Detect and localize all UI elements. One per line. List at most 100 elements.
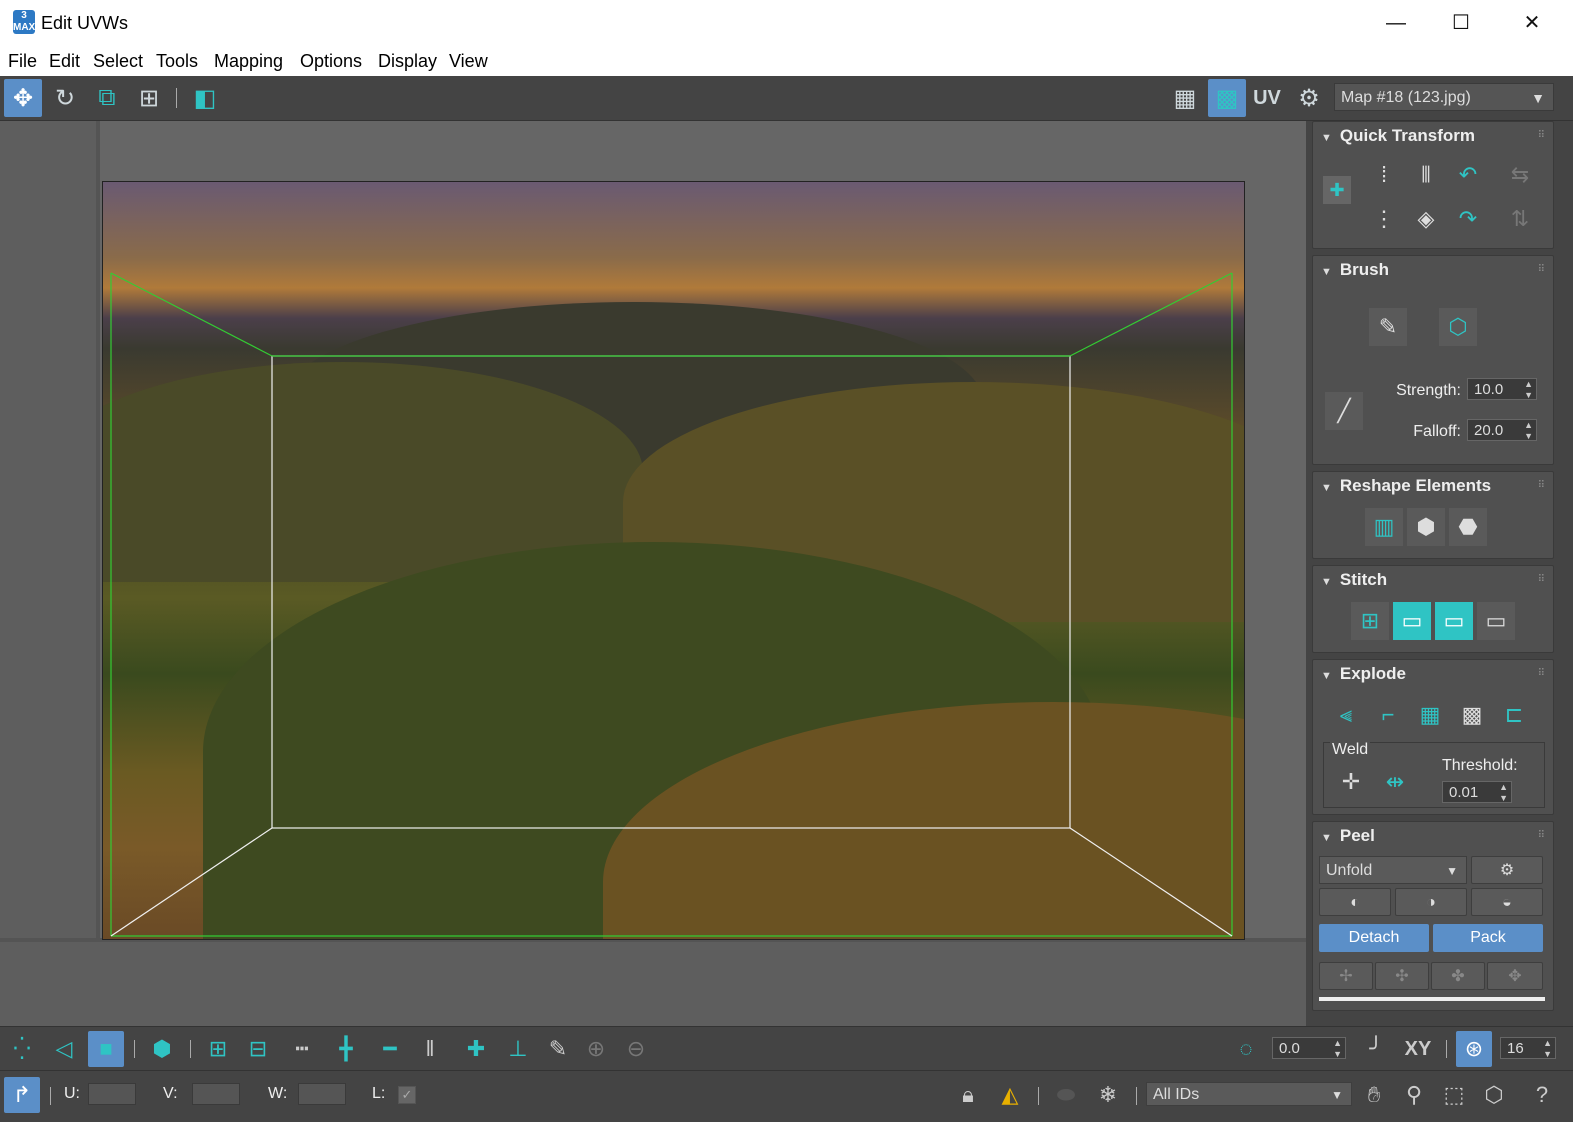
spinner-arrows-icon[interactable]: ▲ ▼ xyxy=(1333,1038,1342,1060)
space-vertical-icon[interactable]: ⦀ xyxy=(1407,156,1445,194)
peel-settings-button[interactable]: ⚙ xyxy=(1471,856,1543,884)
shrink-selection-icon[interactable]: ⊟ xyxy=(240,1031,276,1067)
explode-to-grid-icon[interactable]: ▦ xyxy=(1411,696,1449,734)
distribute-icon[interactable]: ◈ xyxy=(1407,200,1445,238)
ring-icon[interactable]: ‖ xyxy=(412,1031,448,1067)
pivot-icon[interactable]: ✚ xyxy=(1323,176,1351,204)
mirror-icon[interactable]: ◧ xyxy=(186,79,224,117)
menu-file[interactable]: File xyxy=(8,51,37,72)
ring-grow-icon[interactable]: ✚ xyxy=(458,1031,494,1067)
xy-axis-label[interactable]: XY xyxy=(1400,1031,1436,1067)
spinner-arrows-icon[interactable]: ▲ ▼ xyxy=(1543,1038,1552,1060)
freeform-icon[interactable]: ⊞ xyxy=(130,79,168,117)
lock-icon[interactable]: 🔒︎ xyxy=(950,1077,986,1113)
map-selector[interactable]: Map #18 (123.jpg) ▼ xyxy=(1334,83,1554,111)
freeze-icon[interactable]: ❄ xyxy=(1090,1077,1126,1113)
stitch-header[interactable]: ▼ Stitch xyxy=(1321,570,1387,590)
zoom-region-icon[interactable]: ⬚ xyxy=(1436,1077,1472,1113)
zoom-extents-icon[interactable]: ⬡ xyxy=(1476,1077,1512,1113)
texture-settings-icon[interactable]: ⚙ xyxy=(1290,79,1328,117)
spinner-arrows-icon[interactable]: ▲ ▼ xyxy=(1524,379,1533,401)
stitch-target-icon[interactable]: ▭ xyxy=(1477,602,1515,640)
uv-viewport[interactable] xyxy=(0,121,1306,1030)
show-hidden-icon[interactable]: ◭ xyxy=(992,1077,1028,1113)
vertex-select-icon[interactable]: ⁛ xyxy=(4,1031,40,1067)
u-field[interactable] xyxy=(88,1083,136,1105)
grip-icon[interactable]: ⠿ xyxy=(1538,130,1545,141)
weld-target-icon[interactable]: ⇹ xyxy=(1376,763,1414,801)
grip-icon[interactable]: ⠿ xyxy=(1538,668,1545,679)
flatten-icon[interactable]: ⊏ xyxy=(1495,696,1533,734)
stitch-custom-icon[interactable]: ⊞ xyxy=(1351,602,1389,640)
loop-grow-icon[interactable]: ╋ xyxy=(328,1031,364,1067)
explode-checker-icon[interactable]: ▩ xyxy=(1453,696,1491,734)
grow-selection-icon[interactable]: ⊞ xyxy=(200,1031,236,1067)
weld-selected-icon[interactable]: ✛ xyxy=(1332,763,1370,801)
checker-pattern-icon[interactable]: ▦ xyxy=(1166,79,1204,117)
relax-brush-icon[interactable]: ⬡ xyxy=(1439,308,1477,346)
paint-select-icon[interactable]: ✎ xyxy=(540,1031,576,1067)
menu-options[interactable]: Options xyxy=(300,51,362,72)
relax-settings-icon[interactable]: ⬣ xyxy=(1449,508,1487,546)
align-vertical-icon[interactable]: ⋮ xyxy=(1365,200,1403,238)
pack-button[interactable]: Pack xyxy=(1433,924,1543,952)
align-left-right-icon[interactable]: ⇆ xyxy=(1501,156,1539,194)
edge-select-icon[interactable]: ◁ xyxy=(46,1031,82,1067)
texture-checker-icon[interactable]: ▩ xyxy=(1208,79,1246,117)
strength-spinner[interactable]: 10.0 ▲ ▼ xyxy=(1467,378,1537,400)
menu-view[interactable]: View xyxy=(449,51,488,72)
paint-move-icon[interactable]: ✎ xyxy=(1369,308,1407,346)
pan-hand-icon[interactable]: ✋︎ xyxy=(1356,1077,1392,1113)
maximize-button[interactable]: ☐ xyxy=(1441,8,1481,38)
threshold-spinner[interactable]: 0.01 ▲ ▼ xyxy=(1442,781,1512,803)
grip-icon[interactable]: ⠿ xyxy=(1538,480,1545,491)
paint-shrink-icon[interactable]: ⊖ xyxy=(618,1031,654,1067)
grid-spinner[interactable]: 16 ▲ ▼ xyxy=(1500,1037,1556,1059)
grip-icon[interactable]: ⠿ xyxy=(1538,830,1545,841)
detach-button[interactable]: Detach xyxy=(1319,924,1429,952)
detach-edge-icon[interactable]: ⌐ xyxy=(1369,696,1407,734)
close-button[interactable]: ✕ xyxy=(1512,8,1552,38)
peel-reset-button[interactable]: ◒ xyxy=(1471,888,1543,916)
relax-icon[interactable]: ⬢ xyxy=(1407,508,1445,546)
unpin-button[interactable]: ✣ xyxy=(1375,962,1429,990)
pin-button[interactable]: ✢ xyxy=(1319,962,1373,990)
align-horizontal-icon[interactable]: ⁞ xyxy=(1365,156,1403,194)
align-up-down-icon[interactable]: ⇅ xyxy=(1501,200,1539,238)
lock-checkbox[interactable]: ✓ xyxy=(398,1086,416,1104)
ring-shrink-icon[interactable]: ⊥ xyxy=(500,1031,536,1067)
v-field[interactable] xyxy=(192,1083,240,1105)
reshape-elements-header[interactable]: ▼ Reshape Elements xyxy=(1321,476,1491,496)
stitch-average-icon[interactable]: ▭ xyxy=(1435,602,1473,640)
menu-tools[interactable]: Tools xyxy=(156,51,198,72)
invert-pins-button[interactable]: ✥ xyxy=(1487,962,1543,990)
element-select-icon[interactable]: ⬢ xyxy=(144,1031,180,1067)
move-icon[interactable]: ✥ xyxy=(4,79,42,117)
brush-header[interactable]: ▼ Brush xyxy=(1321,260,1389,280)
pin-edges-button[interactable]: ✤ xyxy=(1431,962,1485,990)
grip-icon[interactable]: ⠿ xyxy=(1538,574,1545,585)
hide-icon[interactable]: ⬬ xyxy=(1048,1077,1084,1113)
material-id-dropdown[interactable]: All IDs ▼ xyxy=(1146,1082,1352,1106)
soft-selection-curve-icon[interactable]: ╯ xyxy=(1358,1031,1394,1067)
minimize-button[interactable]: — xyxy=(1376,8,1416,38)
spinner-arrows-icon[interactable]: ▲ ▼ xyxy=(1524,420,1533,442)
falloff-spinner[interactable]: 20.0 ▲ ▼ xyxy=(1467,419,1537,441)
peel-mode-dropdown[interactable]: Unfold ▼ xyxy=(1319,856,1467,884)
zoom-icon[interactable]: ⚲ xyxy=(1396,1077,1432,1113)
help-icon[interactable]: ? xyxy=(1524,1077,1560,1113)
angle-snap-icon[interactable]: ◌ xyxy=(1228,1031,1264,1067)
rotate-icon[interactable]: ↻ xyxy=(46,79,84,117)
menu-select[interactable]: Select xyxy=(93,51,143,72)
quick-transform-header[interactable]: ▼ Quick Transform xyxy=(1321,126,1475,146)
explode-header[interactable]: ▼ Explode xyxy=(1321,664,1406,684)
stitch-source-icon[interactable]: ▭ xyxy=(1393,602,1431,640)
loop-icon[interactable]: ┅ xyxy=(284,1031,320,1067)
grid-snap-icon[interactable]: ⊛ xyxy=(1456,1031,1492,1067)
absolute-offset-icon[interactable]: ↱ xyxy=(4,1077,40,1113)
menu-mapping[interactable]: Mapping xyxy=(214,51,283,72)
rotate-cw-icon[interactable]: ↷ xyxy=(1449,200,1487,238)
angle-spinner[interactable]: 0.0 ▲ ▼ xyxy=(1272,1037,1346,1059)
peel-mode-button[interactable]: ◑ xyxy=(1395,888,1467,916)
quick-peel-button[interactable]: ◐ xyxy=(1319,888,1391,916)
